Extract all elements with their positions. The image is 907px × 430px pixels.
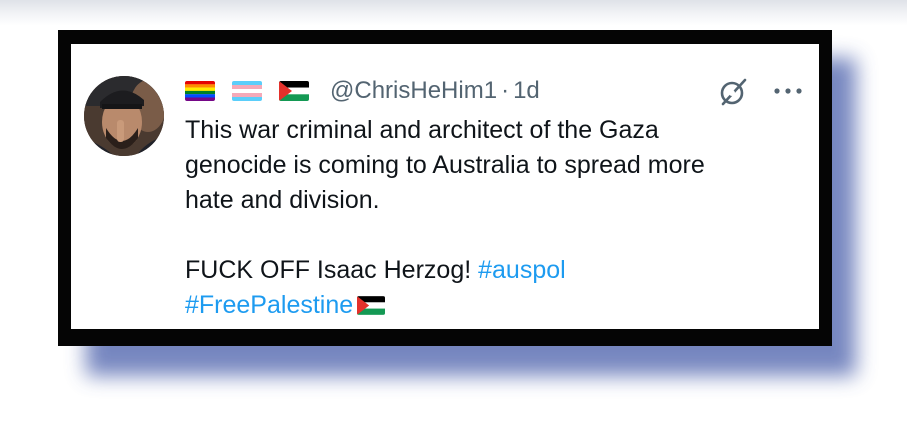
palestine-flag-icon <box>357 296 386 315</box>
tweet-line: FUCK OFF Isaac Herzog! #auspol <box>185 253 815 288</box>
avatar-image <box>84 76 164 156</box>
tweet-body: This war criminal and architect of the G… <box>185 113 815 323</box>
palestine-flag-icon <box>279 81 309 101</box>
avatar[interactable] <box>84 76 164 156</box>
tweet-line: hate and division. <box>185 186 380 214</box>
tweet-timestamp[interactable]: 1d <box>513 77 540 105</box>
rainbow-pride-flag-icon <box>185 81 215 101</box>
tweet-header: @ChrisHeHim1 · 1d <box>185 76 540 106</box>
more-options-icon[interactable] <box>771 82 805 100</box>
grok-icon[interactable] <box>717 76 749 108</box>
tweet-line: This war criminal and architect of the G… <box>185 116 659 144</box>
transgender-flag-icon <box>232 81 262 101</box>
tweet-card[interactable]: @ChrisHeHim1 · 1d This war criminal and … <box>71 44 819 329</box>
hashtag-freepalestine-link[interactable]: #FreePalestine <box>185 291 353 319</box>
hashtag-auspol-link[interactable]: #auspol <box>478 256 566 284</box>
tweet-line: #FreePalestine <box>185 288 815 323</box>
background-fade <box>0 0 907 26</box>
tweet-line-text: FUCK OFF Isaac Herzog! <box>185 256 479 284</box>
tweet-line: genocide is coming to Australia to sprea… <box>185 151 705 179</box>
user-handle[interactable]: @ChrisHeHim1 <box>330 77 497 105</box>
separator-dot: · <box>501 77 510 104</box>
